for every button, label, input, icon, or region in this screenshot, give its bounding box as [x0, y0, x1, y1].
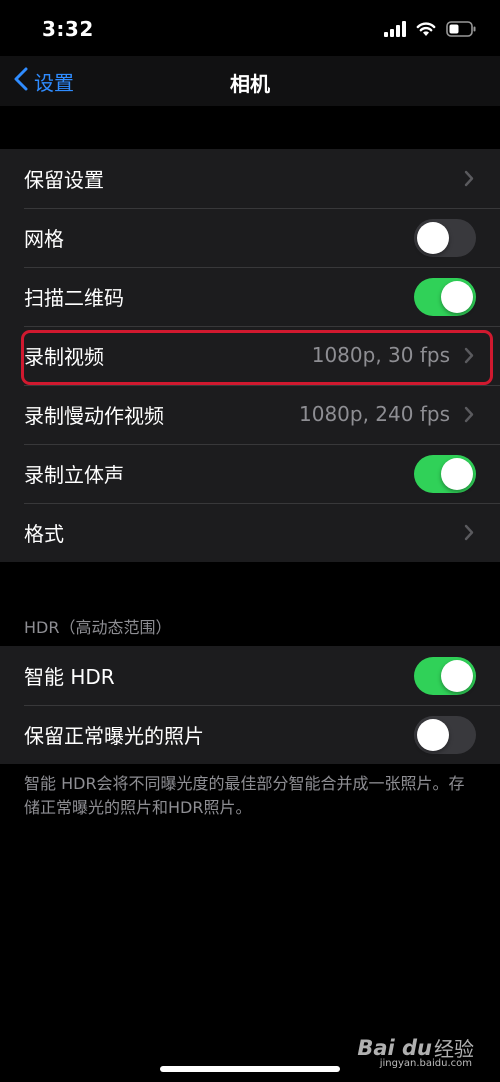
nav-bar: 设置 相机: [0, 56, 500, 106]
row-label: 录制立体声: [24, 463, 124, 487]
row-label: 扫描二维码: [24, 286, 124, 310]
row-label: 智能 HDR: [24, 665, 115, 689]
status-time: 3:32: [42, 17, 94, 41]
toggle-knob: [441, 458, 473, 490]
battery-icon: [446, 21, 476, 37]
toggle-knob: [417, 222, 449, 254]
hdr-footer-note: 智能 HDR会将不同曝光度的最佳部分智能合并成一张照片。存储正常曝光的照片和HD…: [24, 774, 465, 817]
row-label: 录制慢动作视频: [24, 404, 164, 428]
row-scan-qr: 扫描二维码: [0, 267, 500, 326]
toggle-knob: [417, 719, 449, 751]
baidu-logo: Bai du: [357, 1035, 432, 1060]
record-stereo-toggle[interactable]: [414, 455, 476, 493]
row-smart-hdr: 智能 HDR: [0, 646, 500, 705]
keep-normal-photo-toggle[interactable]: [414, 716, 476, 754]
row-label: 录制视频: [24, 345, 104, 369]
toggle-knob: [441, 281, 473, 313]
row-record-stereo: 录制立体声: [0, 444, 500, 503]
grid-toggle[interactable]: [414, 219, 476, 257]
row-record-slo-mo[interactable]: 录制慢动作视频 1080p, 240 fps: [0, 385, 500, 444]
screen: 3:32 设置 相机 保留设置 网格 扫描二维码 录制视频 1080p, 30 …: [0, 0, 500, 1082]
row-formats[interactable]: 格式: [0, 503, 500, 562]
row-grid: 网格: [0, 208, 500, 267]
chevron-right-icon: [464, 524, 474, 545]
row-label: 网格: [24, 227, 64, 251]
row-preserve-settings[interactable]: 保留设置: [0, 149, 500, 208]
camera-settings-group: 保留设置 网格 扫描二维码 录制视频 1080p, 30 fps 录制慢动作视频…: [0, 149, 500, 562]
scan-qr-toggle[interactable]: [414, 278, 476, 316]
status-bar: 3:32: [0, 0, 500, 56]
row-label: 格式: [24, 522, 64, 546]
chevron-right-icon: [464, 347, 474, 368]
cellular-signal-icon: [384, 21, 406, 37]
home-indicator[interactable]: [160, 1066, 340, 1072]
watermark-url: jingyan.baidu.com: [379, 1058, 472, 1069]
chevron-right-icon: [464, 170, 474, 191]
row-label: 保留设置: [24, 168, 104, 192]
row-keep-normal-photo: 保留正常曝光的照片: [0, 705, 500, 764]
row-label: 保留正常曝光的照片: [24, 724, 204, 748]
row-value: 1080p, 240 fps: [299, 402, 450, 426]
chevron-right-icon: [464, 406, 474, 427]
wifi-icon: [416, 21, 436, 37]
status-icons: [384, 19, 476, 39]
hdr-section-header: HDR（高动态范围）: [24, 618, 172, 637]
smart-hdr-toggle[interactable]: [414, 657, 476, 695]
row-value: 1080p, 30 fps: [311, 343, 450, 367]
row-record-video[interactable]: 录制视频 1080p, 30 fps: [0, 326, 500, 385]
toggle-knob: [441, 660, 473, 692]
hdr-group: 智能 HDR 保留正常曝光的照片: [0, 646, 500, 764]
page-title: 相机: [230, 72, 270, 96]
